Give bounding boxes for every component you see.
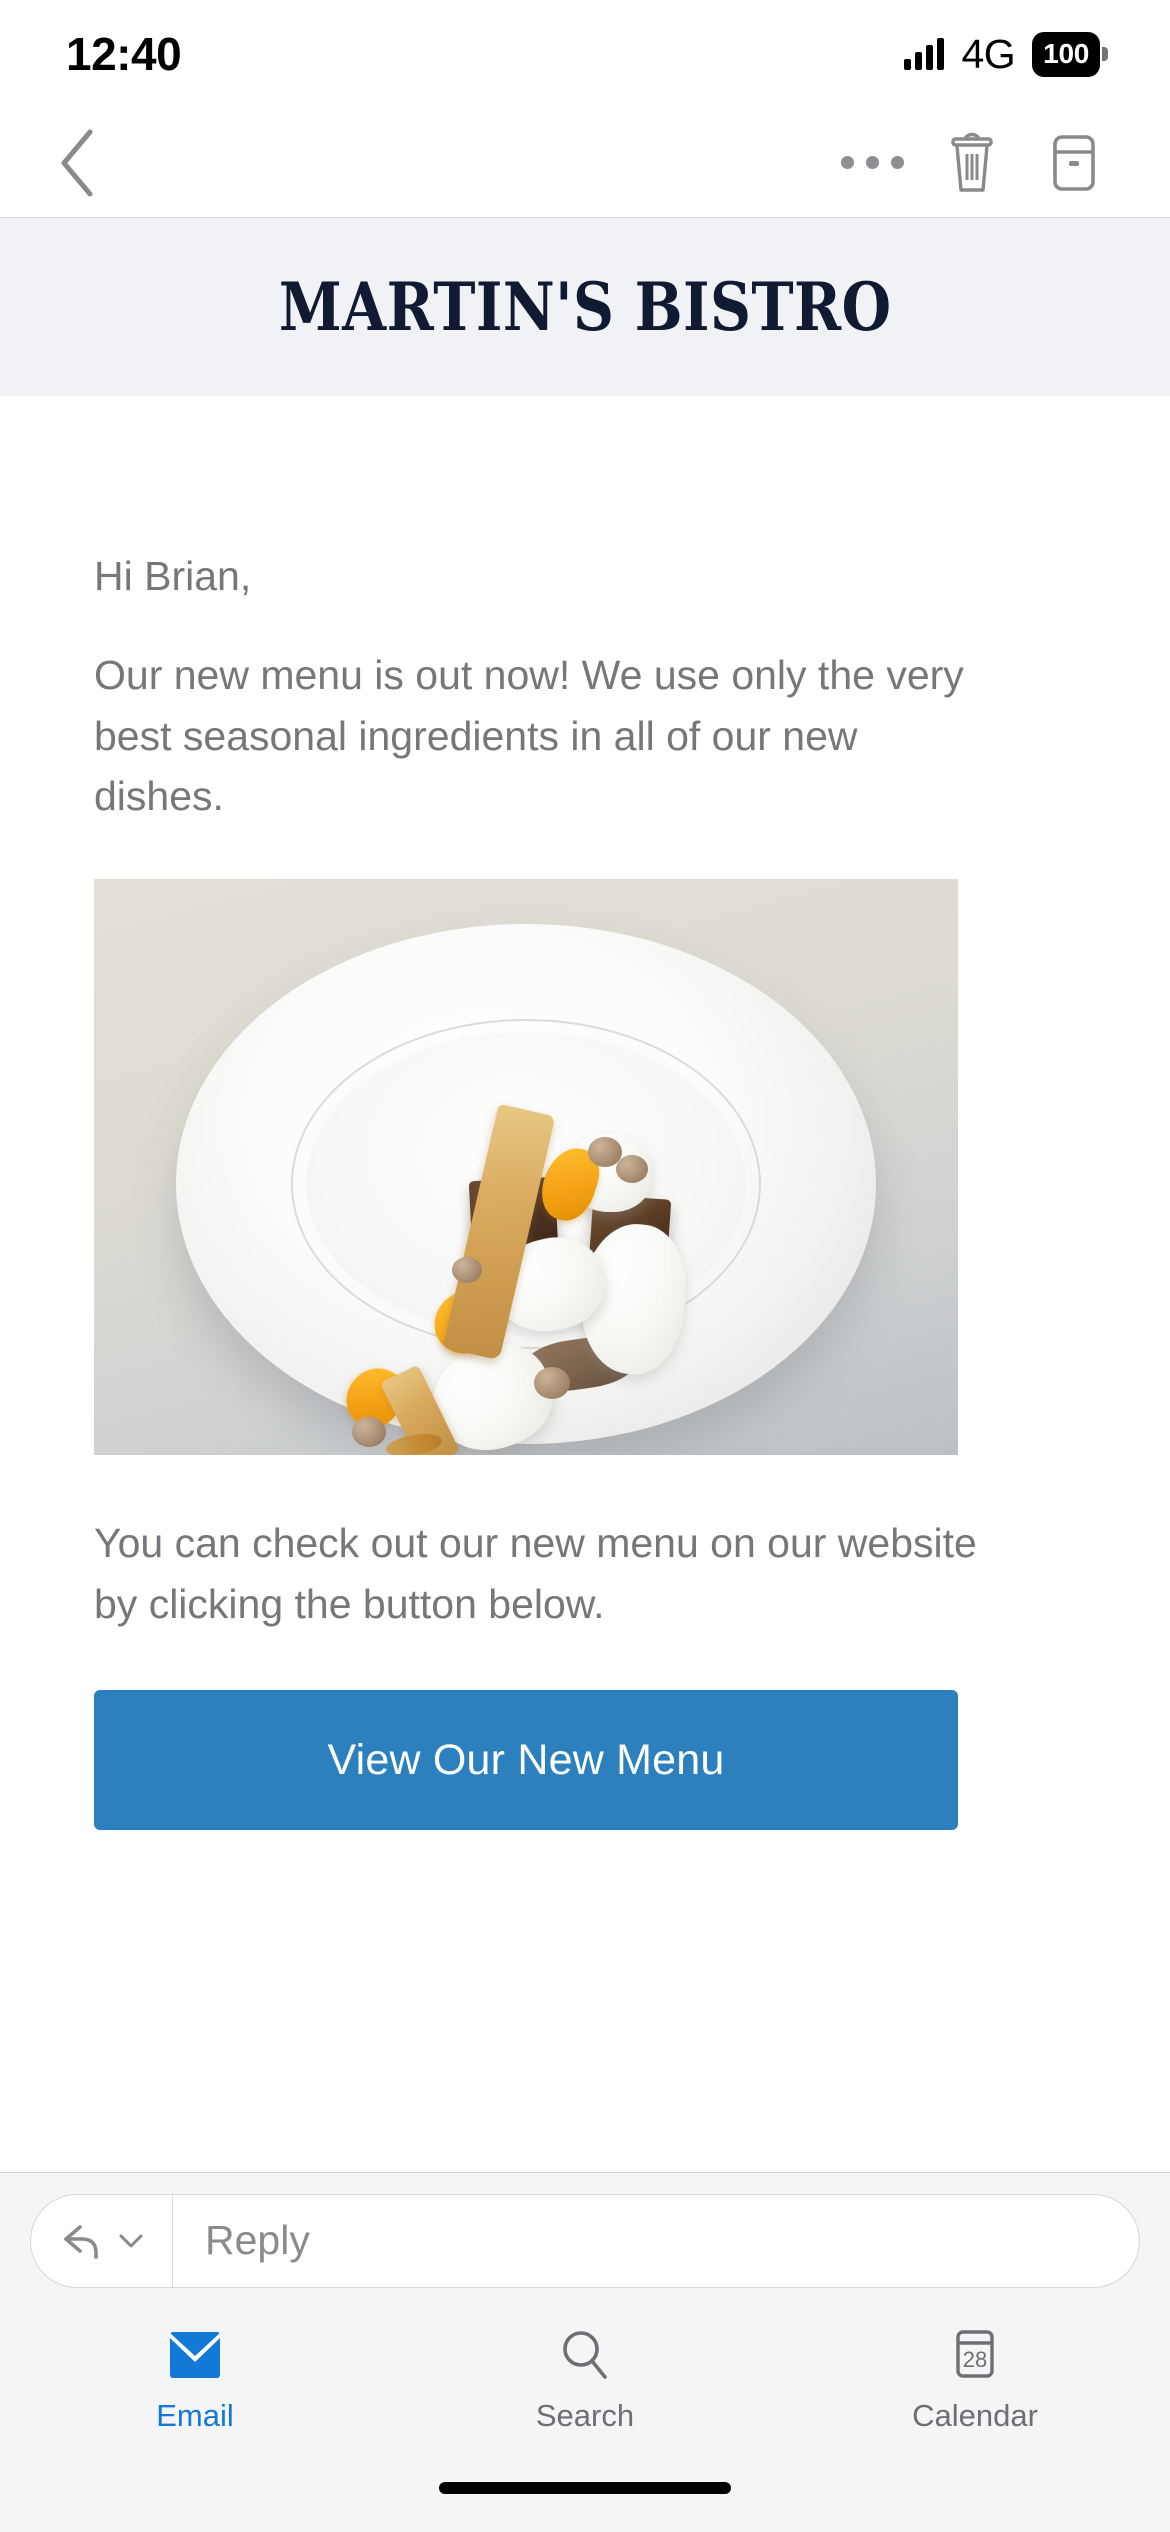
calendar-day-number: 28: [963, 2347, 987, 2372]
reply-input-pill[interactable]: Reply: [30, 2193, 1140, 2288]
tab-calendar[interactable]: 28 Calendar: [780, 2324, 1170, 2434]
hero-image-wrapper: [94, 879, 1076, 1456]
battery-cap: [1102, 47, 1108, 61]
tab-email-label: Email: [156, 2398, 234, 2433]
email-greeting: Hi Brian,: [94, 553, 252, 599]
network-type-label: 4G: [961, 30, 1016, 77]
tab-email[interactable]: Email: [0, 2324, 390, 2434]
chevron-left-icon: [61, 129, 93, 196]
calendar-icon: 28: [945, 2324, 1005, 2386]
dessert-composition: [94, 879, 958, 1456]
home-indicator[interactable]: [439, 2482, 731, 2494]
brand-title: MARTIN'S BISTRO: [278, 268, 892, 346]
more-horizontal-icon: [840, 156, 904, 169]
trash-icon: [951, 132, 993, 192]
cta-wrapper: View Our New Menu: [94, 1690, 1076, 1831]
archive-icon: [1053, 134, 1095, 191]
delete-button[interactable]: [920, 117, 1024, 209]
signal-bars-icon: [904, 38, 945, 70]
tab-calendar-label: Calendar: [912, 2398, 1038, 2433]
view-menu-button[interactable]: View Our New Menu: [94, 1690, 958, 1831]
status-indicators: 4G 100: [904, 31, 1108, 78]
archive-button[interactable]: [1024, 117, 1124, 209]
status-time: 12:40: [66, 28, 182, 80]
reply-mode-button[interactable]: [31, 2194, 173, 2287]
crumb-2: [616, 1155, 648, 1184]
chevron-down-icon: [119, 2234, 142, 2247]
status-bar: 12:40 4G 100: [0, 0, 1170, 108]
reply-placeholder-text[interactable]: Reply: [173, 2217, 1139, 2264]
bottom-tab-bar: Email Search 28 Calendar: [0, 2308, 1170, 2468]
hero-food-image: [94, 879, 958, 1456]
nav-toolbar: [0, 108, 1170, 218]
brand-banner: MARTIN'S BISTRO: [0, 218, 1170, 396]
envelope-icon: [165, 2324, 225, 2386]
phone-screen: 12:40 4G 100 MARTIN'S BISTRO Hi Brian, O…: [0, 0, 1170, 2532]
crumb-4: [534, 1367, 570, 1400]
reply-arrow-icon: [63, 2224, 98, 2259]
home-indicator-area: [0, 2468, 1170, 2532]
content-top-spacer: [94, 396, 1076, 556]
battery-percent-label: 100: [1032, 31, 1100, 77]
battery-full-icon: 100: [1032, 31, 1108, 77]
reply-bar: Reply: [0, 2172, 1170, 2308]
email-paragraph-2: You can check out our new menu on our we…: [94, 1520, 977, 1627]
tab-search-label: Search: [535, 2398, 635, 2433]
email-paragraph-1: Our new menu is out now! We use only the…: [94, 652, 964, 820]
crumb-5: [352, 1417, 386, 1448]
magnifier-icon: [555, 2324, 615, 2386]
crumb-3: [452, 1257, 482, 1284]
back-button[interactable]: [30, 117, 122, 209]
tab-search[interactable]: Search: [390, 2324, 780, 2434]
more-options-button[interactable]: [824, 117, 920, 209]
email-body: MARTIN'S BISTRO Hi Brian, Our new menu i…: [0, 218, 1170, 2172]
email-content: Hi Brian, Our new menu is out now! We us…: [0, 396, 1170, 1831]
